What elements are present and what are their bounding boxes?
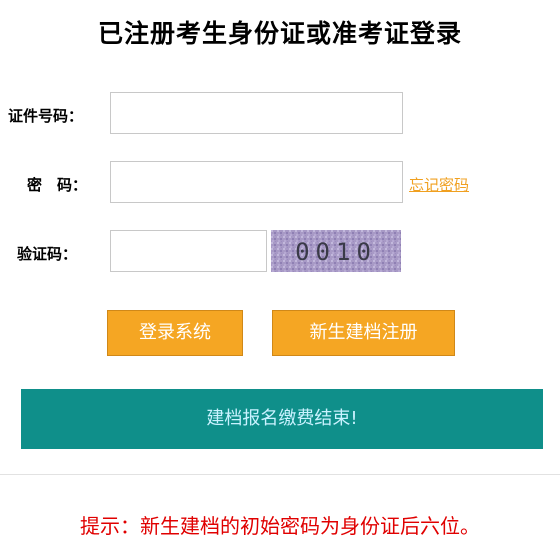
id-number-label: 证件号码： (8, 107, 84, 125)
registration-closed-banner[interactable]: 建档报名缴费结束! (21, 389, 543, 449)
login-button[interactable]: 登录系统 (107, 310, 243, 356)
register-button[interactable]: 新生建档注册 (272, 310, 455, 356)
captcha-noise-graphic: 0010 (271, 230, 401, 272)
captcha-image[interactable]: 0010 (271, 230, 401, 272)
page-title: 已注册考生身份证或准考证登录 (97, 19, 462, 48)
forgot-password-link[interactable]: 忘记密码 (409, 174, 469, 195)
password-input[interactable] (110, 161, 403, 203)
captcha-label: 验证码： (17, 245, 78, 263)
id-number-input[interactable] (110, 92, 403, 134)
password-label: 密 码： (27, 176, 88, 194)
captcha-input[interactable] (110, 230, 267, 272)
password-tip: 提示：新生建档的初始密码为身份证后六位。 (80, 514, 480, 538)
divider (0, 474, 560, 475)
captcha-text: 0010 (295, 238, 377, 266)
